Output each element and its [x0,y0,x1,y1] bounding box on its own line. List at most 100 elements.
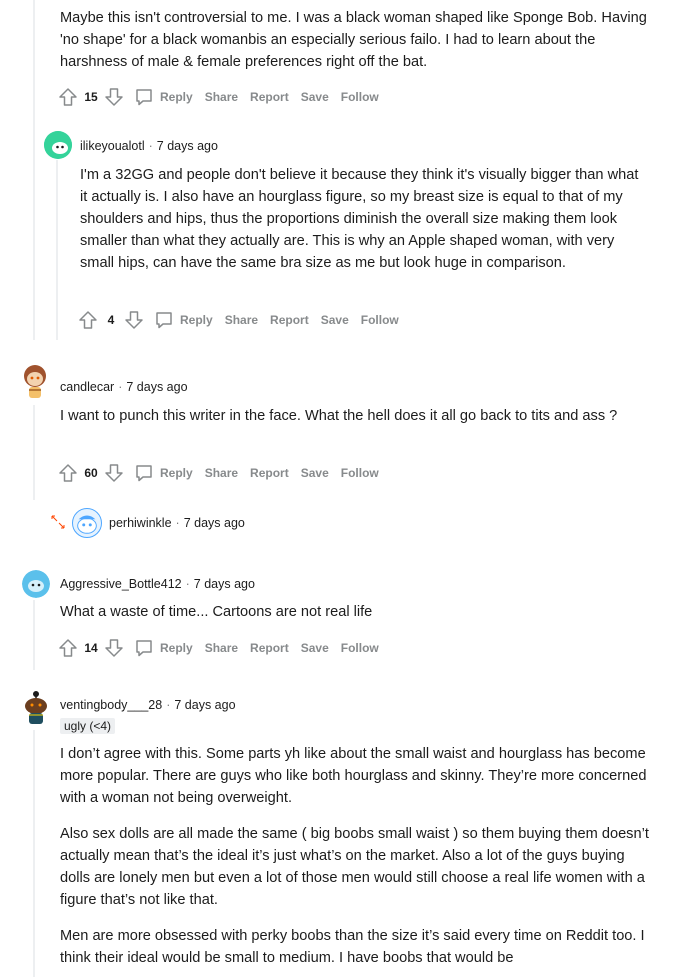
comment-paragraph: Men are more obsessed with perky boobs t… [60,928,645,966]
thread-line[interactable] [56,160,58,340]
snoo-avatar-icon [44,131,72,159]
comment-paragraph: Also sex dolls are all made the same ( b… [60,826,649,908]
save-button[interactable]: Save [301,90,329,104]
separator-dot: · [148,139,153,153]
author-name[interactable]: ilikeyoualotl [80,139,145,153]
vote-count: 4 [107,313,115,327]
comment-paragraph: I'm a 32GG and people don't believe it b… [80,167,639,271]
follow-button[interactable]: Follow [341,466,379,480]
downvote-button[interactable] [104,638,124,658]
thread-line[interactable] [33,600,35,670]
avatar[interactable] [44,131,72,159]
user-flair: ugly (<4) [60,717,116,735]
author-name[interactable]: Aggressive_Bottle412 [60,577,182,591]
share-button[interactable]: Share [225,313,258,327]
downvote-button[interactable] [124,310,144,330]
timestamp[interactable]: 7 days ago [184,516,245,530]
avatar[interactable] [22,570,50,598]
reply-button[interactable]: Reply [134,638,193,658]
snoo-avatar-icon [22,570,50,598]
author-name[interactable]: candlecar [60,380,114,394]
upvote-button[interactable] [58,638,78,658]
flair-badge: ugly (<4) [60,718,116,734]
save-button[interactable]: Save [301,466,329,480]
comment-paragraph: Maybe this isn't controversial to me. I … [60,10,647,70]
comment-actions: 15 Reply Share Report Save Follow [58,85,379,109]
comment-body: What a waste of time... Cartoons are not… [60,601,650,623]
report-button[interactable]: Report [250,90,289,104]
comment-body: Maybe this isn't controversial to me. I … [60,7,650,73]
downvote-arrow-icon [105,639,123,657]
share-button[interactable]: Share [205,641,238,655]
thread-line[interactable] [33,730,35,977]
comment-bubble-icon [136,640,152,657]
comment-actions: 4 Reply Share Report Save Follow [78,308,399,332]
upvote-button[interactable] [58,87,78,107]
timestamp[interactable]: 7 days ago [157,139,218,153]
share-button[interactable]: Share [205,466,238,480]
report-button[interactable]: Report [270,313,309,327]
comment-body: I'm a 32GG and people don't believe it b… [80,164,648,274]
timestamp[interactable]: 7 days ago [174,698,235,712]
upvote-arrow-icon [59,464,77,482]
snoo-avatar-icon [25,691,47,724]
expand-thread-button[interactable] [50,514,66,530]
reply-label: Reply [180,313,213,327]
reply-button[interactable]: Reply [154,310,213,330]
thread-line[interactable] [33,0,35,340]
reply-label: Reply [160,466,193,480]
timestamp[interactable]: 7 days ago [126,380,187,394]
comment-meta: candlecar · 7 days ago [60,380,188,394]
comment-meta: Aggressive_Bottle412 · 7 days ago [60,577,255,591]
snoo-avatar-icon [77,515,97,534]
vote-count: 14 [84,641,98,655]
follow-button[interactable]: Follow [361,313,399,327]
expand-thread-icon [51,515,65,529]
upvote-button[interactable] [78,310,98,330]
separator-dot: · [118,380,123,394]
comment-bubble-icon [136,89,152,106]
comment-paragraph: I want to punch this writer in the face.… [60,408,618,424]
comment-paragraph: I don’t agree with this. Some parts yh l… [60,746,647,806]
separator-dot: · [185,577,190,591]
upvote-arrow-icon [59,639,77,657]
reply-label: Reply [160,90,193,104]
save-button[interactable]: Save [321,313,349,327]
vote-count: 15 [84,90,98,104]
comment-bubble-icon [136,465,152,482]
comment-bubble-icon [156,312,172,329]
author-name[interactable]: perhiwinkle [109,516,172,530]
downvote-button[interactable] [104,87,124,107]
comment-meta: ventingbody___28 · 7 days ago [60,698,236,712]
comment-actions: 14 Reply Share Report Save Follow [58,636,379,660]
separator-dot: · [166,698,171,712]
reply-button[interactable]: Reply [134,87,193,107]
report-button[interactable]: Report [250,466,289,480]
timestamp[interactable]: 7 days ago [194,577,255,591]
author-name[interactable]: ventingbody___28 [60,698,162,712]
comment-actions: 60 Reply Share Report Save Follow [58,461,379,485]
comment-body: I don’t agree with this. Some parts yh l… [60,743,650,969]
thread-line[interactable] [33,405,35,500]
comment-paragraph: What a waste of time... Cartoons are not… [60,604,373,620]
avatar[interactable] [20,690,52,728]
upvote-arrow-icon [59,88,77,106]
report-button[interactable]: Report [250,641,289,655]
save-button[interactable]: Save [301,641,329,655]
downvote-arrow-icon [105,88,123,106]
reply-button[interactable]: Reply [134,463,193,483]
separator-dot: · [175,516,180,530]
snoo-avatar-icon [24,365,46,398]
comment-meta: ilikeyoualotl · 7 days ago [80,139,218,153]
vote-count: 60 [84,466,98,480]
upvote-button[interactable] [58,463,78,483]
comment-body: I want to punch this writer in the face.… [60,405,650,427]
downvote-button[interactable] [104,463,124,483]
follow-button[interactable]: Follow [341,641,379,655]
comment-meta: perhiwinkle · 7 days ago [109,516,245,530]
follow-button[interactable]: Follow [341,90,379,104]
avatar[interactable] [20,364,50,402]
share-button[interactable]: Share [205,90,238,104]
downvote-arrow-icon [105,464,123,482]
avatar[interactable] [72,508,102,538]
